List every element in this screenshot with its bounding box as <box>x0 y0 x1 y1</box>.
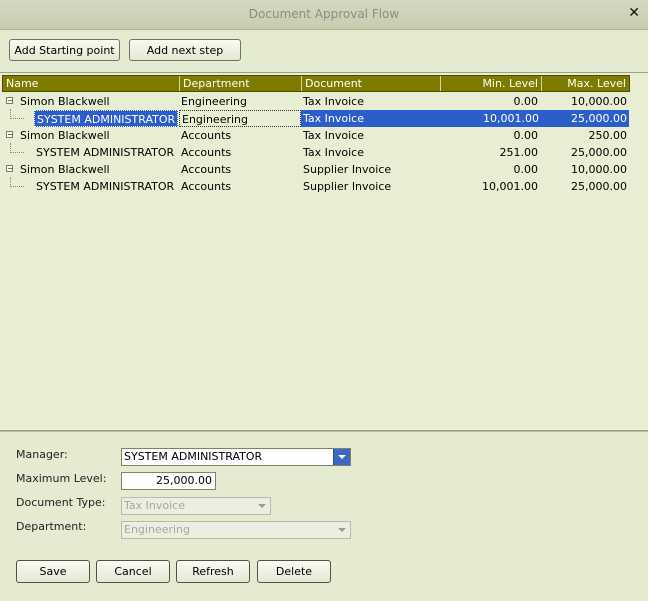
document-type-label: Document Type: <box>16 496 106 509</box>
cell-department: Accounts <box>181 180 232 193</box>
save-button[interactable]: Save <box>16 560 90 583</box>
collapse-icon[interactable]: − <box>6 165 14 173</box>
cell-max-level: 25,000.00 <box>571 180 627 193</box>
column-header-document[interactable]: Document <box>302 76 441 91</box>
cell-department: Accounts <box>181 129 232 142</box>
cell-min-level: 251.00 <box>499 146 539 159</box>
cell-document: Supplier Invoice <box>303 180 392 193</box>
document-type-value: Tax Invoice <box>124 499 185 512</box>
cell-name: SYSTEM ADMINISTRATOR <box>34 110 178 127</box>
approval-flow-grid[interactable]: Name Department Document Min. Level Max.… <box>0 72 648 431</box>
cell-department: Engineering <box>181 95 247 108</box>
max-level-label: Maximum Level: <box>16 472 107 485</box>
title-bar: Document Approval Flow ✕ <box>0 0 648 30</box>
cell-department: Engineering <box>179 110 301 127</box>
table-row-selected[interactable]: SYSTEM ADMINISTRATOR Engineering Tax Inv… <box>2 110 630 127</box>
table-row[interactable]: − Simon Blackwell Accounts Tax Invoice 0… <box>2 127 630 144</box>
chevron-down-icon <box>334 522 350 538</box>
cell-max-level: 25,000.00 <box>571 146 627 159</box>
document-type-select[interactable]: Tax Invoice <box>121 497 271 515</box>
cell-max-level: 25,000.00 <box>541 110 629 127</box>
delete-button[interactable]: Delete <box>257 560 331 583</box>
add-next-step-button[interactable]: Add next step <box>129 39 241 61</box>
table-row[interactable]: SYSTEM ADMINISTRATOR Accounts Supplier I… <box>2 178 630 195</box>
cell-name: Simon Blackwell <box>20 95 110 108</box>
toolbar: Add Starting point Add next step <box>0 30 648 72</box>
column-header-max-level[interactable]: Max. Level <box>542 76 629 91</box>
cell-document: Tax Invoice <box>303 95 364 108</box>
max-level-input[interactable]: 25,000.00 <box>121 472 216 490</box>
manager-select[interactable]: SYSTEM ADMINISTRATOR <box>121 448 351 466</box>
chevron-down-icon <box>254 498 270 514</box>
column-header-min-level[interactable]: Min. Level <box>441 76 542 91</box>
add-starting-point-button[interactable]: Add Starting point <box>9 39 120 61</box>
close-icon[interactable]: ✕ <box>628 5 640 21</box>
cell-min-level: 10,001.00 <box>482 180 538 193</box>
cell-max-level: 10,000.00 <box>571 163 627 176</box>
collapse-icon[interactable]: − <box>6 131 14 139</box>
cell-max-level: 10,000.00 <box>571 95 627 108</box>
cell-name: Simon Blackwell <box>20 163 110 176</box>
grid-header: Name Department Document Min. Level Max.… <box>2 75 630 92</box>
department-label: Department: <box>16 520 87 533</box>
cell-document: Tax Invoice <box>303 146 364 159</box>
cancel-button[interactable]: Cancel <box>96 560 170 583</box>
cell-department: Accounts <box>181 146 232 159</box>
cell-min-level: 10,001.00 <box>440 110 541 127</box>
cell-document: Supplier Invoice <box>303 163 392 176</box>
department-select[interactable]: Engineering <box>121 521 351 539</box>
refresh-button[interactable]: Refresh <box>176 560 250 583</box>
cell-name: SYSTEM ADMINISTRATOR <box>36 146 175 159</box>
cell-min-level: 0.00 <box>513 163 539 176</box>
cell-name: Simon Blackwell <box>20 129 110 142</box>
manager-value: SYSTEM ADMINISTRATOR <box>124 450 263 463</box>
column-header-name[interactable]: Name <box>3 76 180 91</box>
detail-form: Manager: SYSTEM ADMINISTRATOR Maximum Le… <box>0 432 648 601</box>
cell-document: Tax Invoice <box>301 110 440 127</box>
cell-name: SYSTEM ADMINISTRATOR <box>36 180 175 193</box>
cell-min-level: 0.00 <box>513 129 539 142</box>
table-row[interactable]: − Simon Blackwell Accounts Supplier Invo… <box>2 161 630 178</box>
department-value: Engineering <box>124 523 190 536</box>
cell-department: Accounts <box>181 163 232 176</box>
collapse-icon[interactable]: − <box>6 97 14 105</box>
column-header-department[interactable]: Department <box>180 76 302 91</box>
manager-label: Manager: <box>16 448 68 461</box>
cell-max-level: 250.00 <box>588 129 628 142</box>
window-title: Document Approval Flow <box>248 7 400 21</box>
table-row[interactable]: − Simon Blackwell Engineering Tax Invoic… <box>2 93 630 110</box>
table-row[interactable]: SYSTEM ADMINISTRATOR Accounts Tax Invoic… <box>2 144 630 161</box>
cell-document: Tax Invoice <box>303 129 364 142</box>
cell-min-level: 0.00 <box>513 95 539 108</box>
chevron-down-icon[interactable] <box>333 449 350 465</box>
